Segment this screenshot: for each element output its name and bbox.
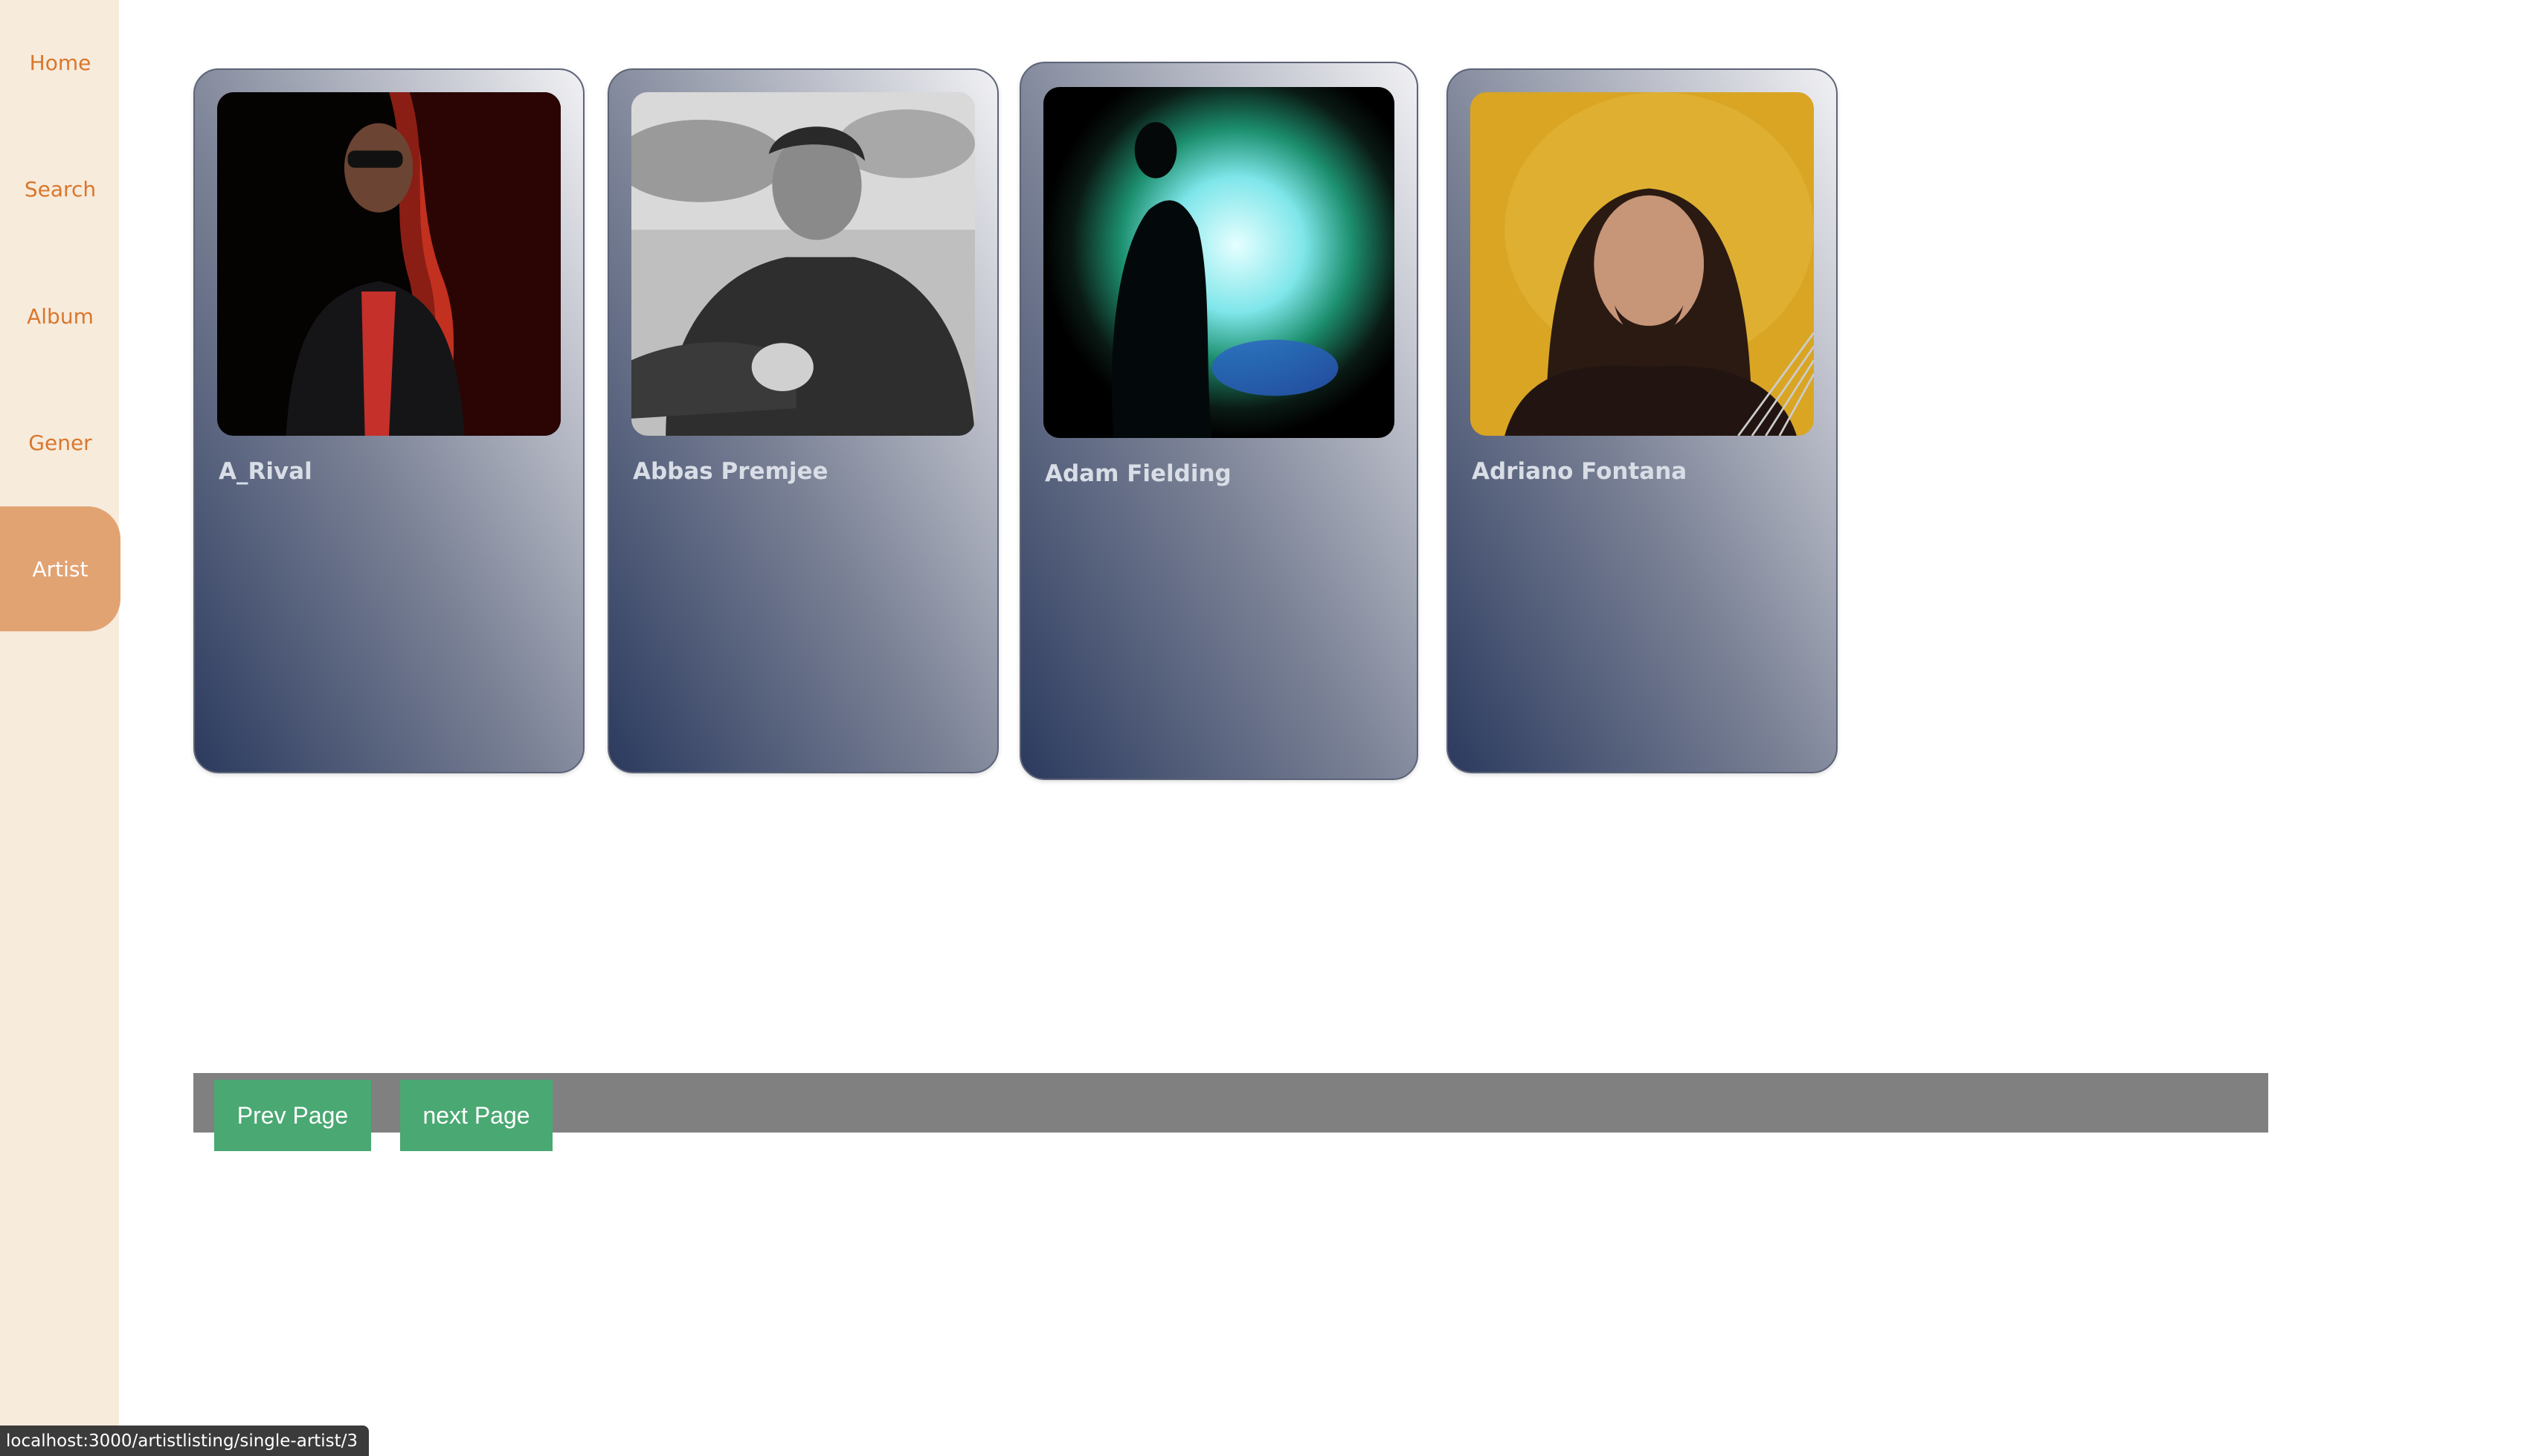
artist-name: Adriano Fontana: [1472, 458, 1687, 485]
artist-name: Adam Fielding: [1045, 460, 1232, 487]
artist-photo: [1043, 87, 1394, 438]
prev-page-label: Prev Page: [236, 1101, 349, 1129]
nav-item-album[interactable]: Album: [0, 254, 120, 379]
nav-item-label: Gener: [28, 430, 92, 455]
nav-item-label: Home: [29, 50, 91, 75]
nav-item-artist[interactable]: Artist: [0, 506, 120, 631]
artist-card[interactable]: Adam Fielding: [1020, 62, 1418, 780]
artist-photo: [631, 92, 975, 436]
artist-name: Abbas Premjee: [633, 458, 828, 485]
prev-page-button[interactable]: Prev Page: [214, 1080, 371, 1151]
artist-card[interactable]: Adriano Fontana: [1446, 68, 1838, 773]
artist-card[interactable]: Abbas Premjee: [608, 68, 999, 773]
nav-item-label: Search: [24, 176, 97, 202]
status-bar-url: localhost:3000/artistlisting/single-arti…: [0, 1426, 369, 1456]
nav-item-label: Artist: [32, 556, 88, 582]
next-page-button[interactable]: next Page: [400, 1080, 553, 1151]
artist-card[interactable]: A_Rival: [193, 68, 585, 773]
status-url-text: localhost:3000/artistlisting/single-arti…: [6, 1431, 358, 1451]
nav-item-gener[interactable]: Gener: [0, 380, 120, 505]
nav-item-home[interactable]: Home: [0, 0, 120, 125]
next-page-label: next Page: [422, 1101, 530, 1129]
artist-photo: [1470, 92, 1814, 436]
sidebar: Home Search Album Gener Artist: [0, 0, 120, 1456]
artist-name: A_Rival: [219, 458, 312, 485]
nav-item-search[interactable]: Search: [0, 126, 120, 251]
nav-item-label: Album: [27, 303, 94, 329]
artist-photo: [217, 92, 561, 436]
